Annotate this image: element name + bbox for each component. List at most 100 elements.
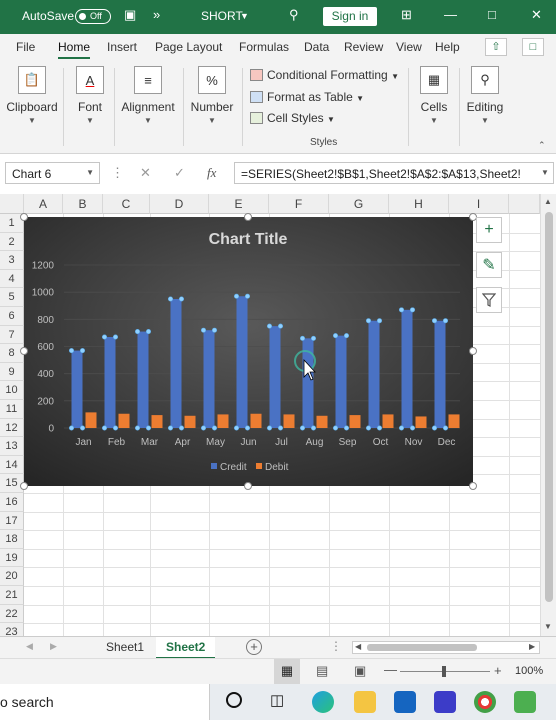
document-name[interactable]: SHORT <box>201 9 243 23</box>
chart-title[interactable]: Chart Title <box>209 231 288 248</box>
resize-handle[interactable] <box>244 213 252 221</box>
row-header[interactable]: 10 <box>0 381 24 400</box>
bar-debit[interactable] <box>415 416 427 428</box>
column-header[interactable]: C <box>103 194 150 214</box>
row-header[interactable]: 14 <box>0 455 24 475</box>
bar-debit[interactable] <box>448 414 460 428</box>
tab-data[interactable]: Data <box>304 40 329 54</box>
save-icon[interactable]: ▣ <box>124 7 136 23</box>
chart-6[interactable]: Chart Title 0 200 400 600 800 1000 1200 Jan Feb… <box>24 217 473 486</box>
chart-filters-button[interactable] <box>476 287 502 313</box>
alignment-group[interactable]: ≡ Alignment ▼ <box>119 66 177 125</box>
bar-credit[interactable] <box>368 320 380 428</box>
row-header[interactable]: 22 <box>0 604 24 624</box>
normal-view-icon[interactable]: ▦ <box>274 659 300 684</box>
bar-debit[interactable] <box>316 415 328 428</box>
font-group[interactable]: A Font ▼ <box>72 66 108 125</box>
chart-styles-button[interactable]: ✎ <box>476 252 502 278</box>
number-group[interactable]: % Number ▼ <box>188 66 236 125</box>
column-header[interactable]: G <box>329 194 389 214</box>
bar-debit[interactable] <box>349 415 361 428</box>
row-header[interactable]: 19 <box>0 548 24 568</box>
comments-icon[interactable]: □ <box>522 38 544 56</box>
row-header[interactable]: 16 <box>0 493 24 512</box>
bar-debit[interactable] <box>85 412 97 428</box>
search-icon[interactable]: ⚲ <box>289 7 299 23</box>
column-header[interactable]: F <box>269 194 329 214</box>
resize-handle[interactable] <box>20 347 28 355</box>
more-commands-icon[interactable]: » <box>153 7 160 22</box>
row-header[interactable]: 13 <box>0 437 24 456</box>
zoom-out-icon[interactable]: — <box>384 662 397 677</box>
app-icon[interactable] <box>514 691 536 713</box>
sheet-tab-sheet1[interactable]: Sheet1 <box>96 637 154 659</box>
bar-credit[interactable] <box>71 350 83 428</box>
add-sheet-icon[interactable]: + <box>246 639 262 655</box>
column-header[interactable]: E <box>209 194 269 214</box>
clipboard-group[interactable]: 📋 Clipboard ▼ <box>6 66 58 125</box>
mail-icon[interactable] <box>394 691 416 713</box>
tab-help[interactable]: Help <box>435 40 460 54</box>
cortana-icon[interactable] <box>226 692 242 708</box>
conditional-formatting-button[interactable]: Conditional Formatting ▼ <box>250 68 399 82</box>
column-header[interactable]: A <box>24 194 63 214</box>
row-header[interactable]: 6 <box>0 307 24 326</box>
scroll-down-icon[interactable]: ▼ <box>544 622 552 631</box>
cells-group[interactable]: ▦ Cells ▼ <box>414 66 454 125</box>
tab-formulas[interactable]: Formulas <box>239 40 289 54</box>
resize-handle[interactable] <box>20 213 28 221</box>
formula-input[interactable]: =SERIES(Sheet2!$B$1,Sheet2!$A$2:$A$13,Sh… <box>234 162 554 184</box>
tab-review[interactable]: Review <box>344 40 383 54</box>
sheet-tab-sheet2[interactable]: Sheet2 <box>156 637 216 659</box>
bar-debit[interactable] <box>250 413 262 428</box>
row-header[interactable]: 21 <box>0 586 24 605</box>
bar-credit[interactable] <box>236 296 248 428</box>
tab-page-layout[interactable]: Page Layout <box>155 40 222 54</box>
tab-home[interactable]: Home <box>58 40 91 59</box>
cell-styles-button[interactable]: Cell Styles ▼ <box>250 111 335 125</box>
row-header[interactable]: 18 <box>0 530 24 549</box>
bar-credit[interactable] <box>137 331 149 428</box>
cancel-icon[interactable]: ✕ <box>140 165 151 181</box>
bar-debit[interactable] <box>151 415 163 428</box>
resize-handle[interactable] <box>20 482 28 490</box>
row-header[interactable]: 23 <box>0 623 24 636</box>
zoom-in-icon[interactable]: + <box>494 663 502 678</box>
scroll-thumb[interactable] <box>545 212 553 602</box>
zoom-level[interactable]: 100% <box>515 665 543 677</box>
row-header[interactable]: 9 <box>0 362 24 382</box>
prev-sheet-icon[interactable]: ◀ <box>26 641 33 652</box>
vertical-scrollbar[interactable]: ▲ ▼ <box>540 194 556 636</box>
column-header[interactable]: I <box>449 194 509 214</box>
page-break-view-icon[interactable]: ▣ <box>354 663 366 679</box>
expand-formula-icon[interactable]: ▼ <box>541 168 549 177</box>
column-header[interactable]: D <box>150 194 209 214</box>
bar-debit[interactable] <box>283 414 295 428</box>
bar-credit[interactable] <box>335 335 347 428</box>
tab-view[interactable]: View <box>396 40 422 54</box>
row-header[interactable]: 2 <box>0 232 24 252</box>
format-as-table-button[interactable]: Format as Table ▼ <box>250 90 364 104</box>
name-box[interactable]: Chart 6 ▼ <box>5 162 100 184</box>
column-header[interactable] <box>509 194 540 214</box>
scroll-up-icon[interactable]: ▲ <box>544 197 552 206</box>
select-all-corner[interactable] <box>0 194 24 214</box>
resize-handle[interactable] <box>469 482 477 490</box>
column-header[interactable]: B <box>63 194 103 214</box>
bar-debit[interactable] <box>184 415 196 428</box>
insert-function-icon[interactable]: fx <box>207 165 216 181</box>
bar-credit[interactable] <box>269 326 281 428</box>
scroll-right-icon[interactable]: ▶ <box>529 642 535 651</box>
next-sheet-icon[interactable]: ▶ <box>50 641 57 652</box>
task-view-icon[interactable]: ◫ <box>270 691 284 709</box>
bar-credit[interactable] <box>104 336 116 428</box>
share-icon[interactable]: ⇧ <box>485 38 507 56</box>
bar-credit[interactable] <box>203 330 215 428</box>
ribbon-display-icon[interactable]: ⊞ <box>401 7 412 23</box>
app-icon[interactable] <box>434 691 456 713</box>
enter-icon[interactable]: ✓ <box>174 165 185 181</box>
chrome-icon[interactable] <box>474 691 496 713</box>
sign-in-button[interactable]: Sign in <box>323 7 377 26</box>
tab-file[interactable]: File <box>16 40 35 54</box>
horizontal-scrollbar[interactable]: ◀ ▶ <box>352 641 540 654</box>
